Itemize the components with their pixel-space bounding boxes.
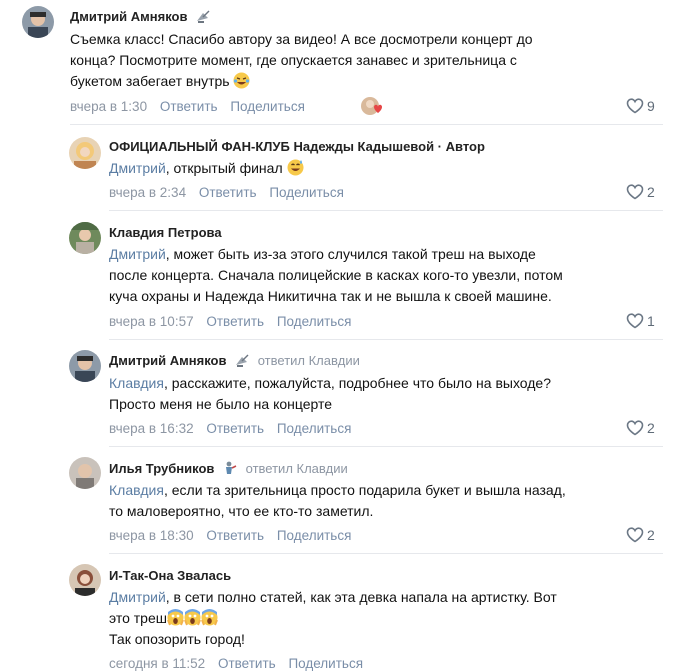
comment-author[interactable]: Клавдия Петрова xyxy=(109,225,222,240)
addressee-link[interactable]: Дмитрий xyxy=(109,589,166,605)
share-button[interactable]: Поделиться xyxy=(277,421,352,436)
comment-author[interactable]: ОФИЦИАЛЬНЫЙ ФАН-КЛУБ Надежды Кадышевой ·… xyxy=(109,139,485,154)
screaming-emoji-icon xyxy=(167,609,184,626)
divider xyxy=(70,124,663,125)
comment-text: Дмитрий, открытый финал xyxy=(109,158,304,179)
like-count: 2 xyxy=(647,527,655,543)
reply-button[interactable]: Ответить xyxy=(206,314,264,329)
satellite-dish-icon xyxy=(234,354,250,367)
heart-icon xyxy=(626,527,644,543)
divider xyxy=(109,553,663,554)
comment-text: Дмитрий, в сети полно статей, как эта де… xyxy=(109,589,557,647)
comment-author[interactable]: Дмитрий Амняков xyxy=(70,9,211,24)
like-button[interactable]: 1 xyxy=(626,313,655,329)
comment-meta: вчера в 18:30 Ответить Поделиться xyxy=(109,528,360,543)
divider xyxy=(109,339,663,340)
comment-author[interactable]: Дмитрий Амняков ответил Клавдии xyxy=(109,353,360,368)
comment-author[interactable]: И-Так-Она Звалась xyxy=(109,568,231,583)
share-button[interactable]: Поделиться xyxy=(277,528,352,543)
divider xyxy=(109,446,663,447)
heart-icon xyxy=(626,184,644,200)
reply-button[interactable]: Ответить xyxy=(199,185,257,200)
comment-time[interactable]: вчера в 2:34 xyxy=(109,185,186,200)
comment-time[interactable]: вчера в 18:30 xyxy=(109,528,194,543)
addressee-link[interactable]: Дмитрий xyxy=(109,246,166,262)
like-count: 2 xyxy=(647,420,655,436)
comment-meta: вчера в 2:34 Ответить Поделиться xyxy=(109,185,353,200)
like-count: 2 xyxy=(647,184,655,200)
reply-button[interactable]: Ответить xyxy=(218,656,276,671)
heart-icon xyxy=(626,420,644,436)
reply-button[interactable]: Ответить xyxy=(206,528,264,543)
like-button[interactable]: 2 xyxy=(626,527,655,543)
comment-author[interactable]: Илья Трубников ответил Клавдии xyxy=(109,461,348,476)
share-button[interactable]: Поделиться xyxy=(277,314,352,329)
addressee-link[interactable]: Клавдия xyxy=(109,375,164,391)
person-figure-icon xyxy=(222,461,238,474)
reply-button[interactable]: Ответить xyxy=(160,99,218,114)
avatar[interactable] xyxy=(69,222,101,254)
like-button[interactable]: 2 xyxy=(626,420,655,436)
comment-text: Клавдия, если та зрительница просто пода… xyxy=(109,482,566,519)
divider xyxy=(109,210,663,211)
comment-text: Клавдия, расскажите, пожалуйста, подробн… xyxy=(109,375,552,412)
screaming-emoji-icon xyxy=(201,609,218,626)
reply-button[interactable]: Ответить xyxy=(206,421,264,436)
share-button[interactable]: Поделиться xyxy=(288,656,363,671)
comment-time[interactable]: вчера в 16:32 xyxy=(109,421,194,436)
comment-time[interactable]: вчера в 1:30 xyxy=(70,99,147,114)
comment-text: Дмитрий, может быть из-за этого случился… xyxy=(109,246,563,304)
comment-time[interactable]: вчера в 10:57 xyxy=(109,314,194,329)
comment-meta: сегодня в 11:52 Ответить Поделиться xyxy=(109,656,372,671)
heart-icon xyxy=(626,98,644,114)
likers-avatars[interactable] xyxy=(360,96,384,116)
avatar[interactable] xyxy=(69,564,101,596)
comment-meta: вчера в 16:32 Ответить Поделиться xyxy=(109,421,360,436)
laughing-emoji-icon xyxy=(233,72,250,89)
like-button[interactable]: 2 xyxy=(626,184,655,200)
like-count: 9 xyxy=(647,98,655,114)
comment-meta: вчера в 10:57 Ответить Поделиться xyxy=(109,314,360,329)
like-count: 1 xyxy=(647,313,655,329)
addressee-link[interactable]: Клавдия xyxy=(109,482,164,498)
addressee-link[interactable]: Дмитрий xyxy=(109,160,166,176)
comment-meta: вчера в 1:30 Ответить Поделиться xyxy=(70,99,314,114)
satellite-dish-icon xyxy=(195,10,211,23)
avatar[interactable] xyxy=(69,137,101,169)
comment-time[interactable]: сегодня в 11:52 xyxy=(109,656,205,671)
replied-to-label[interactable]: ответил Клавдии xyxy=(246,461,348,476)
screaming-emoji-icon xyxy=(184,609,201,626)
comment-text: Съемка класс! Спасибо автору за видео! А… xyxy=(70,31,533,89)
avatar[interactable] xyxy=(22,6,54,38)
share-button[interactable]: Поделиться xyxy=(230,99,305,114)
like-button[interactable]: 9 xyxy=(626,98,655,114)
avatar[interactable] xyxy=(69,457,101,489)
replied-to-label[interactable]: ответил Клавдии xyxy=(258,353,360,368)
heart-icon xyxy=(626,313,644,329)
avatar[interactable] xyxy=(69,350,101,382)
share-button[interactable]: Поделиться xyxy=(269,185,344,200)
sweat-smile-emoji-icon xyxy=(287,159,304,176)
